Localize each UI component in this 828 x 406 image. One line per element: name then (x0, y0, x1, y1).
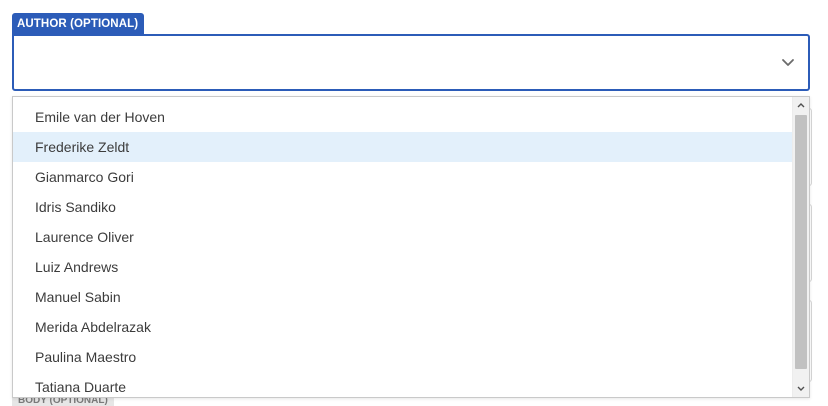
scrollbar-thumb[interactable] (795, 115, 807, 369)
author-option[interactable]: Emile van der Hoven (13, 102, 792, 132)
scroll-up-arrow-icon[interactable] (793, 97, 809, 113)
dropdown-scrollbar[interactable] (792, 97, 809, 397)
author-dropdown-list[interactable]: Emile van der Hoven Frederike Zeldt Gian… (12, 96, 810, 398)
author-option[interactable]: Manuel Sabin (13, 282, 792, 312)
author-options: Emile van der Hoven Frederike Zeldt Gian… (13, 102, 792, 397)
author-option[interactable]: Luiz Andrews (13, 252, 792, 282)
scroll-down-arrow-icon[interactable] (793, 381, 809, 397)
author-option[interactable]: Gianmarco Gori (13, 162, 792, 192)
author-option[interactable]: Paulina Maestro (13, 342, 792, 372)
author-field-label: AUTHOR (OPTIONAL) (12, 13, 145, 34)
author-select[interactable] (12, 34, 810, 91)
author-option[interactable]: Merida Abdelrazak (13, 312, 792, 342)
author-option[interactable]: Idris Sandiko (13, 192, 792, 222)
author-option[interactable]: Tatiana Duarte (13, 372, 792, 397)
author-option[interactable]: Frederike Zeldt (13, 132, 792, 162)
chevron-down-icon[interactable] (780, 54, 796, 70)
post-form: BODY (OPTIONAL) AUTHOR (OPTIONAL) Emile … (0, 0, 828, 406)
author-option[interactable]: Laurence Oliver (13, 222, 792, 252)
